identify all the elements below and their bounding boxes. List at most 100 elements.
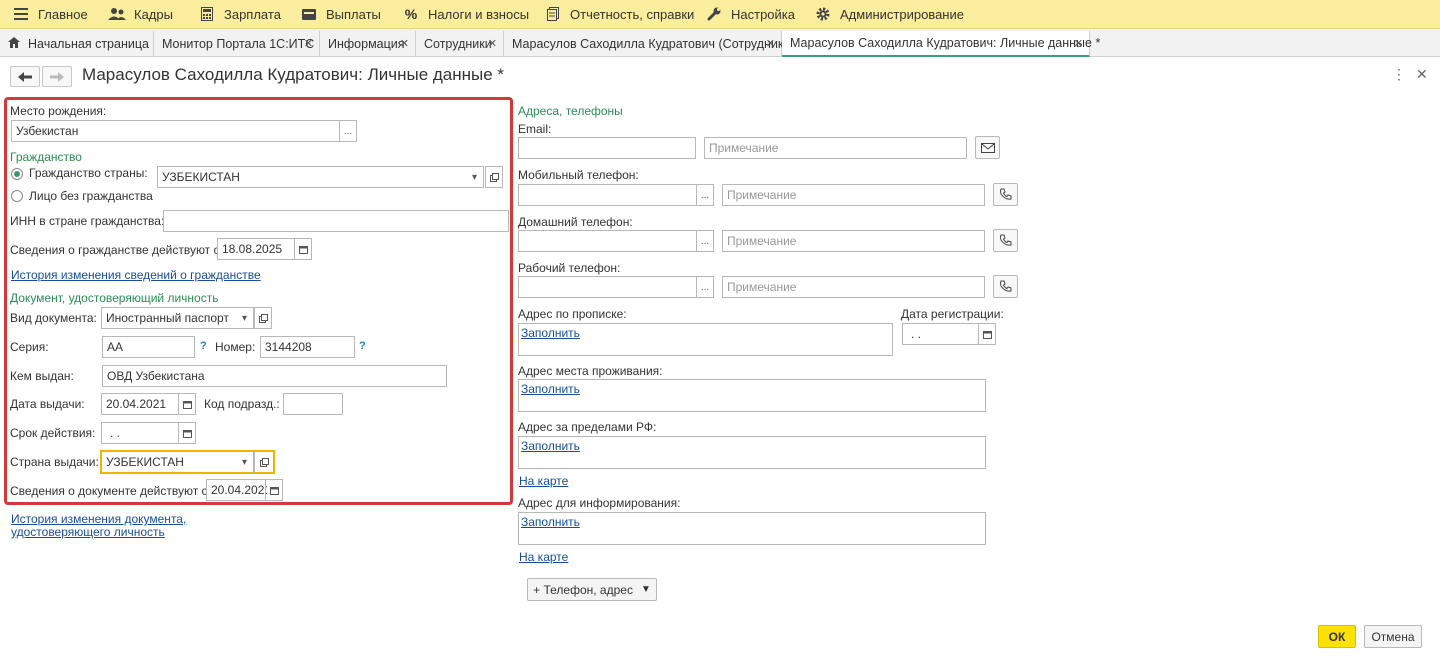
main-menu-bar: Главное Кадры Зарплата Выплаты % Налоги …: [0, 0, 1440, 29]
menu-item-admin[interactable]: Администрирование: [814, 0, 964, 29]
back-button[interactable]: [10, 66, 40, 87]
calendar-icon[interactable]: [178, 423, 195, 443]
ok-button[interactable]: ОК: [1318, 625, 1356, 648]
number-field[interactable]: 3144208: [260, 336, 355, 358]
close-icon[interactable]: ✕: [1416, 66, 1428, 83]
citizenship-from-date-field[interactable]: 18.08.2025: [217, 238, 312, 260]
fill-link[interactable]: Заполнить: [521, 515, 580, 529]
live-address-label: Адрес места проживания:: [518, 364, 663, 378]
tab-employee-card[interactable]: Марасулов Саходилла Кудратович (Сотрудни…: [504, 31, 788, 57]
number-help-icon[interactable]: ?: [359, 340, 366, 352]
dropdown-arrow-icon[interactable]: ▾: [236, 308, 253, 328]
live-address-field[interactable]: Заполнить: [518, 379, 986, 412]
mobile-field[interactable]: ...: [518, 184, 714, 206]
select-button[interactable]: ...: [696, 277, 713, 297]
email-label: Email:: [518, 122, 552, 136]
tab-label: Начальная страница: [28, 37, 149, 51]
home-phone-field[interactable]: ...: [518, 230, 714, 252]
calendar-icon[interactable]: [178, 394, 195, 414]
more-actions-icon[interactable]: ⋮: [1392, 66, 1406, 83]
wrench-icon: [705, 5, 723, 23]
dropdown-arrow-icon[interactable]: ▾: [236, 452, 253, 472]
menu-item-taxes[interactable]: % Налоги и взносы: [402, 0, 529, 29]
info-address-label: Адрес для информирования:: [518, 496, 681, 510]
doc-history-link-line2[interactable]: удостоверяющего личность: [11, 525, 165, 539]
calendar-icon[interactable]: [978, 324, 995, 344]
open-button[interactable]: [254, 307, 272, 329]
select-button[interactable]: ...: [696, 231, 713, 251]
birthplace-field[interactable]: Узбекистан ...: [11, 120, 357, 142]
menu-item-salary[interactable]: Зарплата: [198, 0, 281, 29]
tab-home[interactable]: Начальная страница: [0, 31, 154, 57]
dropdown-arrow-icon[interactable]: ▾: [466, 167, 483, 187]
issue-date-field[interactable]: 20.04.2021: [101, 393, 196, 415]
select-button[interactable]: ...: [339, 121, 356, 141]
citizenship-country-field[interactable]: УЗБЕКИСТАН ▾: [157, 166, 484, 188]
tab-personal-data[interactable]: Марасулов Саходилла Кудратович: Личные д…: [782, 31, 1100, 57]
abroad-address-label: Адрес за пределами РФ:: [518, 420, 657, 434]
map-link[interactable]: На карте: [519, 550, 568, 564]
close-tab-icon[interactable]: ✕: [400, 37, 409, 50]
home-phone-note-field[interactable]: Примечание: [722, 230, 985, 252]
abroad-address-field[interactable]: Заполнить: [518, 436, 986, 469]
citizenship-country-radio[interactable]: [11, 168, 23, 180]
doc-type-field[interactable]: Иностранный паспорт ▾: [101, 307, 254, 329]
issue-date-value: 20.04.2021: [106, 397, 167, 411]
mobile-note-field[interactable]: Примечание: [722, 184, 985, 206]
tab-label: Сотрудники: [424, 37, 492, 51]
add-phone-address-button[interactable]: + Телефон, адрес ▼: [527, 578, 657, 601]
menu-item-reports[interactable]: Отчетность, справки: [544, 0, 694, 29]
fill-link[interactable]: Заполнить: [521, 439, 580, 453]
citizenship-history-link[interactable]: История изменения сведений о гражданстве: [11, 268, 261, 282]
tab-employees[interactable]: Сотрудники ✕: [416, 31, 504, 57]
call-work-button[interactable]: [993, 275, 1018, 298]
reg-date-field[interactable]: . .: [902, 323, 996, 345]
close-tab-icon[interactable]: ✕: [488, 37, 497, 50]
work-phone-field[interactable]: ...: [518, 276, 714, 298]
select-button[interactable]: ...: [696, 185, 713, 205]
map-link[interactable]: На карте: [519, 474, 568, 488]
tab-info[interactable]: Информация ✕: [320, 31, 416, 57]
close-tab-icon[interactable]: ✕: [1074, 37, 1083, 50]
fill-link[interactable]: Заполнить: [521, 382, 580, 396]
menu-item-payments[interactable]: Выплаты: [300, 0, 381, 29]
call-home-button[interactable]: [993, 229, 1018, 252]
issued-by-field[interactable]: ОВД Узбекистана: [102, 365, 447, 387]
citizenship-group-title: Гражданство: [10, 150, 82, 164]
doc-from-value: 20.04.2021: [211, 483, 267, 497]
series-help-icon[interactable]: ?: [200, 340, 207, 352]
menu-item-hr[interactable]: Кадры: [108, 0, 173, 29]
reg-address-field[interactable]: Заполнить: [518, 323, 893, 356]
series-label: Серия:: [10, 340, 49, 354]
valid-until-field[interactable]: . .: [101, 422, 196, 444]
citizenship-country-value: УЗБЕКИСТАН: [162, 170, 240, 184]
open-button[interactable]: [254, 450, 275, 474]
tab-its-monitor[interactable]: Монитор Портала 1С:ИТС ✕: [154, 31, 320, 57]
stateless-radio[interactable]: [11, 190, 23, 202]
menu-item-settings[interactable]: Настройка: [705, 0, 795, 29]
series-field[interactable]: АА: [102, 336, 195, 358]
cancel-button[interactable]: Отмена: [1364, 625, 1422, 648]
menu-item-main[interactable]: Главное: [12, 0, 88, 29]
email-field[interactable]: [518, 137, 696, 159]
email-note-field[interactable]: Примечание: [704, 137, 967, 159]
calendar-icon[interactable]: [265, 480, 282, 500]
close-tab-icon[interactable]: ✕: [766, 37, 775, 50]
close-tab-icon[interactable]: ✕: [304, 37, 313, 50]
work-phone-note-field[interactable]: Примечание: [722, 276, 985, 298]
open-button[interactable]: [485, 166, 503, 188]
doc-from-date-field[interactable]: 20.04.2021: [206, 479, 283, 501]
dept-code-field[interactable]: [283, 393, 343, 415]
doc-from-label: Сведения о документе действуют с:: [10, 484, 211, 498]
citizenship-from-value: 18.08.2025: [222, 242, 283, 256]
call-mobile-button[interactable]: [993, 183, 1018, 206]
send-email-button[interactable]: [975, 136, 1000, 159]
reg-date-value: . .: [911, 327, 922, 341]
info-address-field[interactable]: Заполнить: [518, 512, 986, 545]
forward-button[interactable]: [42, 66, 72, 87]
calendar-icon[interactable]: [294, 239, 311, 259]
doc-history-link-line1[interactable]: История изменения документа,: [11, 512, 186, 526]
issue-country-field[interactable]: УЗБЕКИСТАН ▾: [100, 450, 255, 474]
inn-field[interactable]: [163, 210, 509, 232]
fill-link[interactable]: Заполнить: [521, 326, 580, 340]
